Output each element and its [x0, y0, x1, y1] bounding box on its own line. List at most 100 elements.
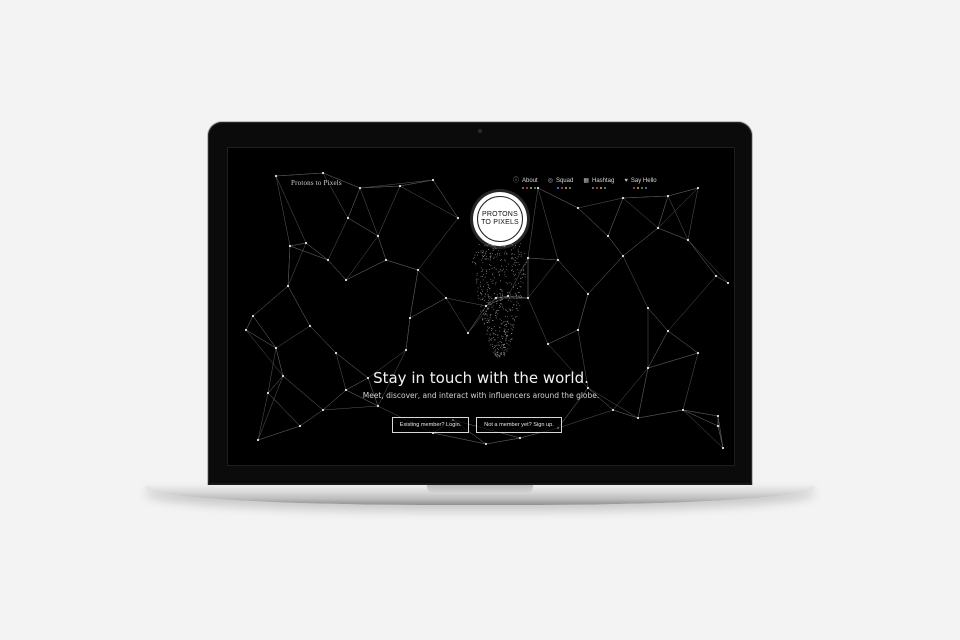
- pin-speckle: [495, 352, 497, 354]
- pin-speckle: [487, 330, 489, 332]
- pin-speckle: [483, 256, 485, 258]
- network-link: [299, 409, 324, 427]
- protons-to-pixels-logo[interactable]: PROTONS TO PIXELS: [473, 192, 527, 246]
- nav-indicator-dot: [600, 187, 603, 189]
- nav-about[interactable]: ⓘ About: [513, 178, 538, 189]
- pin-speckle: [507, 316, 508, 318]
- pin-speckle: [523, 270, 524, 272]
- network-link: [622, 197, 659, 229]
- pin-speckle: [504, 245, 506, 247]
- pin-speckle: [480, 293, 482, 295]
- network-link: [507, 295, 529, 299]
- network-link: [327, 217, 349, 261]
- pin-speckle: [513, 304, 515, 306]
- nav-indicator-dot: [526, 187, 528, 189]
- pin-speckle: [505, 282, 507, 284]
- nav-indicator-dot: [530, 187, 532, 189]
- network-node: [404, 348, 408, 352]
- network-link: [715, 275, 729, 284]
- network-link: [409, 297, 447, 319]
- network-node: [376, 404, 380, 408]
- pin-speckle: [516, 257, 518, 259]
- login-button[interactable]: Existing member? Login.: [392, 417, 469, 433]
- pin-speckle: [511, 333, 513, 335]
- network-link: [322, 405, 379, 411]
- network-link: [537, 187, 559, 261]
- pin-speckle: [524, 276, 526, 278]
- pin-speckle: [512, 329, 514, 331]
- signup-button[interactable]: Not a member yet? Sign up.: [476, 417, 562, 433]
- pin-speckle: [512, 326, 514, 328]
- pin-speckle: [486, 282, 488, 284]
- nav-say-hello[interactable]: ♥ Say Hello: [624, 178, 657, 189]
- pin-speckle: [503, 308, 504, 310]
- pin-speckle: [478, 298, 480, 299]
- pin-speckle: [490, 265, 492, 266]
- pin-speckle: [482, 252, 484, 254]
- pin-speckle: [514, 262, 516, 264]
- logo-line-bottom: TO PIXELS: [481, 219, 519, 226]
- network-node: [456, 216, 460, 220]
- pin-speckle: [515, 295, 517, 297]
- pin-speckle: [495, 315, 497, 317]
- pin-speckle: [504, 347, 506, 349]
- network-link: [717, 425, 724, 449]
- pin-speckle: [518, 254, 520, 256]
- nav-squad-dots: [556, 187, 571, 189]
- pin-speckle: [495, 355, 497, 357]
- pin-speckle: [481, 271, 483, 273]
- pin-speckle: [506, 297, 508, 299]
- info-icon: ⓘ: [513, 178, 520, 184]
- pin-speckle: [484, 245, 486, 247]
- network-node: [714, 274, 718, 278]
- network-node: [586, 292, 590, 296]
- pin-speckle: [517, 310, 519, 312]
- pin-speckle: [502, 336, 504, 338]
- pin-speckle: [478, 252, 479, 253]
- pin-speckle: [481, 259, 483, 261]
- pin-speckle: [486, 269, 488, 271]
- pin-speckle: [481, 304, 483, 306]
- pin-speckle: [486, 315, 488, 317]
- network-node: [556, 258, 560, 262]
- nav-hashtag[interactable]: ▦ Hashtag: [583, 178, 614, 189]
- pin-speckle: [492, 328, 494, 330]
- pin-speckle: [500, 295, 502, 297]
- pin-speckle: [500, 347, 502, 349]
- network-link: [327, 259, 347, 281]
- brand-name[interactable]: Protons to Pixels: [291, 179, 342, 187]
- pin-speckle: [491, 338, 493, 339]
- pin-speckle: [484, 313, 486, 315]
- pin-speckle: [489, 314, 491, 316]
- pin-speckle: [499, 306, 500, 308]
- pin-speckle: [491, 343, 493, 345]
- network-link: [305, 242, 329, 261]
- pin-speckle: [494, 283, 496, 285]
- pin-speckle: [496, 356, 498, 358]
- network-node: [686, 238, 690, 242]
- pin-speckle: [517, 261, 519, 263]
- pin-speckle: [496, 303, 498, 305]
- pin-speckle: [513, 275, 515, 277]
- pin-speckle: [506, 268, 508, 270]
- pin-speckle: [485, 272, 487, 274]
- pin-speckle: [522, 282, 524, 284]
- pin-speckle: [486, 258, 488, 260]
- pin-speckle: [496, 294, 498, 296]
- nav-squad[interactable]: ◎ Squad: [548, 178, 573, 189]
- network-node: [611, 408, 615, 412]
- network-link: [527, 257, 559, 261]
- pin-speckle: [491, 268, 493, 270]
- pin-speckle: [518, 272, 520, 274]
- pin-speckle: [481, 294, 483, 296]
- pin-speckle: [500, 306, 502, 308]
- pin-speckle: [511, 339, 513, 341]
- pin-speckle: [499, 288, 501, 290]
- pin-speckle: [493, 277, 495, 279]
- network-link: [667, 330, 699, 354]
- network-node: [716, 424, 720, 428]
- network-node: [716, 414, 720, 418]
- pin-speckle: [508, 263, 509, 265]
- pin-speckle: [511, 257, 513, 259]
- pin-speckle: [511, 249, 512, 251]
